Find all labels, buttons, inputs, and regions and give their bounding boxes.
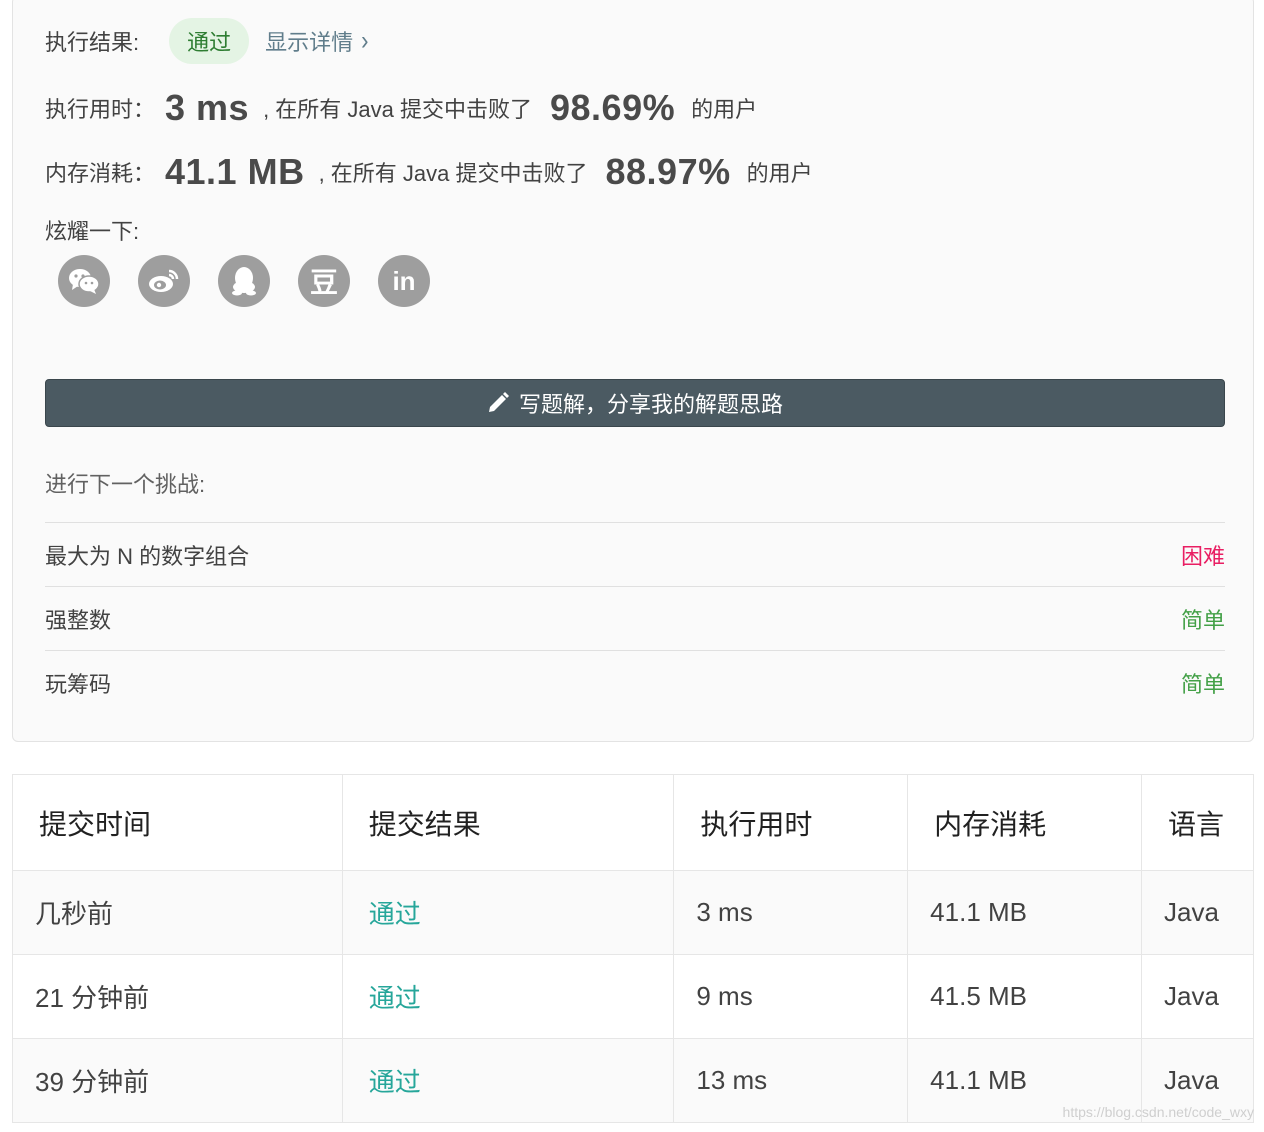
challenge-item[interactable]: 玩筹码 简单 (45, 650, 1225, 714)
runtime-suffix: 的用户 (691, 97, 758, 122)
cell-language: Java (1140, 954, 1255, 1039)
show-details-link[interactable]: 显示详情 › (265, 25, 368, 57)
status-link[interactable]: 通过 (369, 1067, 421, 1097)
status-link[interactable]: 通过 (369, 899, 421, 929)
qq-icon (232, 267, 256, 296)
cell-result-link[interactable]: 通过 (341, 954, 675, 1039)
cell-memory: 41.1 MB (907, 870, 1142, 955)
runtime-label: 执行用时： (45, 97, 156, 122)
challenge-item[interactable]: 最大为 N 的数字组合 困难 (45, 522, 1225, 586)
result-label: 执行结果: (45, 30, 140, 55)
weibo-share-button[interactable] (138, 255, 190, 307)
difficulty-badge: 简单 (1180, 671, 1225, 697)
cell-time: 39 分钟前 (12, 1038, 343, 1123)
memory-value: 41.1 MB (165, 151, 305, 192)
qq-share-button[interactable] (218, 255, 270, 307)
header-runtime: 执行用时 (673, 774, 909, 871)
cell-result-link[interactable]: 通过 (341, 870, 675, 955)
douban-icon: 豆 (309, 267, 338, 298)
write-solution-label: 写题解，分享我的解题思路 (518, 392, 783, 417)
cell-runtime: 9 ms (673, 954, 909, 1039)
runtime-beat-text: , 在所有 Java 提交中击败了 (263, 97, 532, 122)
difficulty-badge: 简单 (1180, 607, 1225, 633)
status-badge: 通过 (169, 18, 250, 64)
memory-label: 内存消耗： (45, 161, 156, 186)
next-challenge-title: 进行下一个挑战: (45, 472, 206, 497)
show-details-label: 显示详情 (265, 30, 354, 55)
cell-result-link[interactable]: 通过 (341, 1038, 675, 1123)
submissions-table: 提交时间 提交结果 执行用时 内存消耗 语言 几秒前 通过 3 ms 41.1 … (12, 774, 1255, 1123)
write-solution-button[interactable]: 写题解，分享我的解题思路 (45, 379, 1225, 427)
douban-share-button[interactable]: 豆 (298, 255, 350, 307)
linkedin-icon: in (392, 265, 416, 296)
header-memory: 内存消耗 (907, 774, 1142, 871)
memory-percent: 88.97% (605, 151, 731, 192)
challenge-item[interactable]: 强整数 简单 (45, 586, 1225, 650)
cell-runtime: 13 ms (673, 1038, 909, 1123)
challenge-title: 玩筹码 (45, 671, 112, 697)
cell-time: 21 分钟前 (12, 954, 343, 1039)
table-row: 几秒前 通过 3 ms 41.1 MB Java (12, 870, 1255, 955)
status-link[interactable]: 通过 (369, 983, 421, 1013)
memory-suffix: 的用户 (746, 161, 813, 186)
header-language: 语言 (1140, 774, 1255, 871)
linkedin-share-button[interactable]: in (378, 255, 430, 307)
share-label: 炫耀一下: (45, 219, 140, 244)
challenge-title: 强整数 (45, 607, 112, 633)
table-row: 21 分钟前 通过 9 ms 41.5 MB Java (12, 954, 1255, 1039)
cell-time: 几秒前 (12, 870, 343, 955)
runtime-row: 执行用时： 3 ms , 在所有 Java 提交中击败了 98.69% 的用户 (45, 83, 757, 133)
memory-row: 内存消耗： 41.1 MB , 在所有 Java 提交中击败了 88.97% 的… (45, 147, 813, 197)
pencil-icon (488, 392, 509, 412)
chevron-right-icon: › (361, 25, 369, 56)
runtime-percent: 98.69% (550, 87, 676, 128)
result-card: 执行结果: 通过 显示详情 › 执行用时： 3 ms , 在所有 Java 提交… (12, 0, 1254, 742)
cell-memory: 41.5 MB (907, 954, 1142, 1039)
runtime-value: 3 ms (165, 87, 250, 128)
wechat-share-button[interactable] (58, 255, 110, 307)
wechat-icon (69, 269, 100, 294)
difficulty-badge: 困难 (1180, 543, 1225, 569)
share-row: 炫耀一下: (45, 215, 139, 245)
weibo-icon (149, 269, 179, 292)
table-header-row: 提交时间 提交结果 执行用时 内存消耗 语言 (12, 774, 1255, 871)
memory-beat-text: , 在所有 Java 提交中击败了 (318, 161, 588, 186)
cell-runtime: 3 ms (673, 870, 909, 955)
challenge-title: 最大为 N 的数字组合 (45, 543, 250, 569)
watermark: https://blog.csdn.net/code_wxy (1062, 1104, 1254, 1120)
header-submit-time: 提交时间 (12, 774, 343, 871)
header-submit-result: 提交结果 (341, 774, 675, 871)
cell-language: Java (1140, 870, 1255, 955)
result-row: 执行结果: 通过 显示详情 › (45, 17, 368, 65)
